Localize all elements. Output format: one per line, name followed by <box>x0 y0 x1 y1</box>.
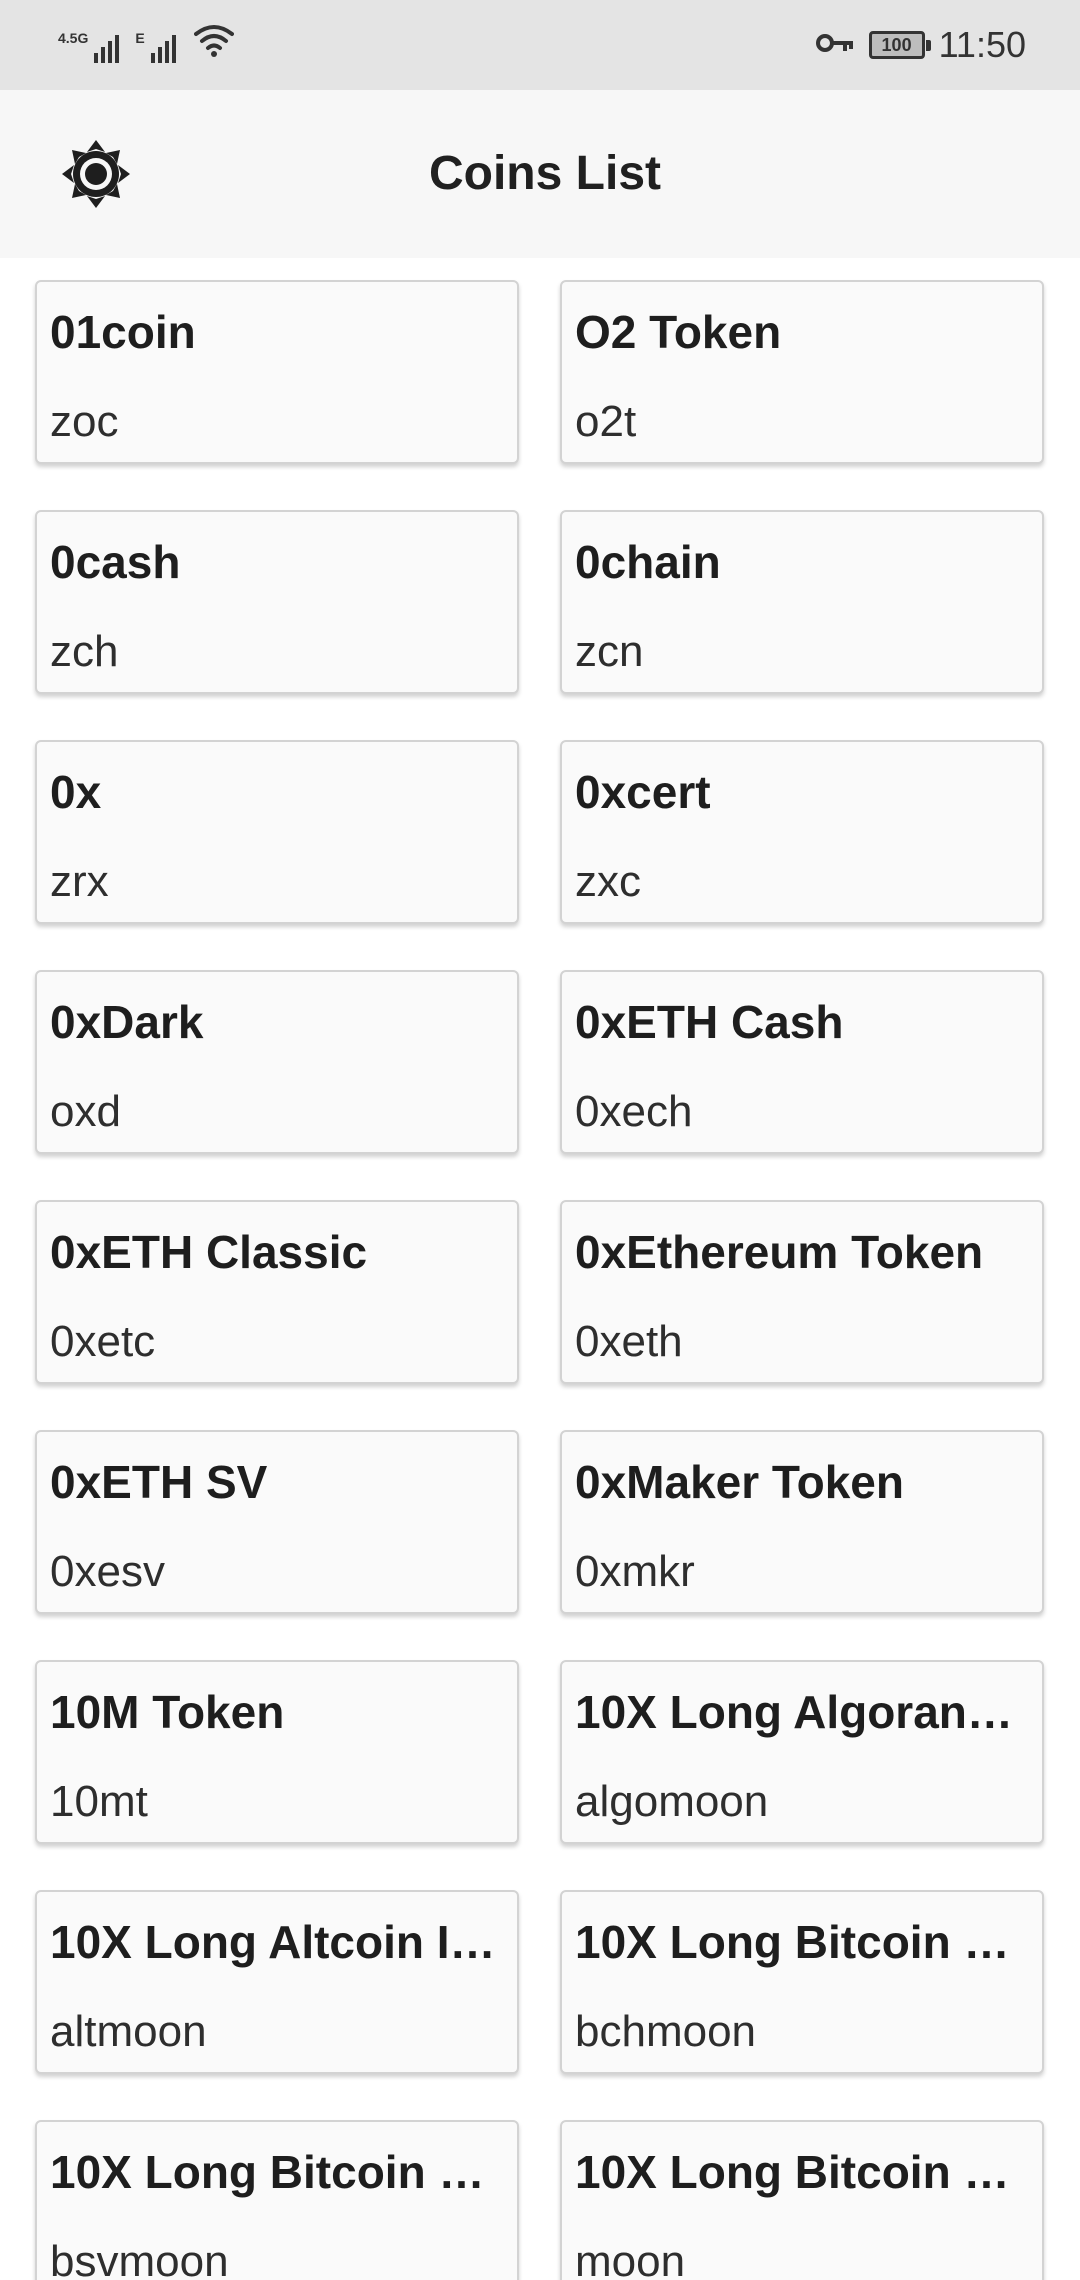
coin-symbol: 0xetc <box>50 1317 156 1366</box>
coin-card[interactable]: 10X Long Altcoin Index Token altmoon <box>35 1890 519 2074</box>
coin-name: 0xETH SV <box>50 1456 268 1508</box>
coin-symbol: altmoon <box>50 2007 207 2056</box>
coin-symbol: zch <box>50 627 119 676</box>
coin-symbol: zcn <box>575 627 644 676</box>
coin-name: 10X Long Bitcoin Cash Token <box>575 1916 1028 1968</box>
status-left-icons: 4.5G E <box>58 22 234 63</box>
coin-card[interactable]: 10M Token 10mt <box>35 1660 519 1844</box>
status-time: 11:50 <box>938 24 1026 65</box>
coin-symbol: 10mt <box>50 1777 148 1826</box>
battery-icon: 100 <box>868 31 931 59</box>
coin-symbol: 0xesv <box>50 1547 165 1596</box>
coin-card[interactable]: 10X Long Algorand Token algomoon <box>560 1660 1044 1844</box>
coin-card[interactable]: O2 Token o2t <box>560 280 1044 464</box>
app-bar: Coins List <box>0 90 1080 258</box>
coin-symbol: 0xeth <box>575 1317 683 1366</box>
coin-name: 0x <box>50 766 102 818</box>
coin-list[interactable]: 01coin zoc O2 Token o2t 0cash zch 0chain… <box>0 258 1080 2280</box>
network-type-label: 4.5G <box>58 30 89 46</box>
coin-symbol: algomoon <box>575 1777 769 1826</box>
coin-name: 10X Long Bitcoin SV Token <box>50 2146 503 2198</box>
coin-card[interactable]: 0chain zcn <box>560 510 1044 694</box>
coin-card[interactable]: 01coin zoc <box>35 280 519 464</box>
coin-card[interactable]: 0xcert zxc <box>560 740 1044 924</box>
signal-4g-icon: 4.5G <box>58 30 120 63</box>
wifi-icon <box>193 22 234 63</box>
coin-name: 0xEthereum Token <box>575 1226 984 1278</box>
coin-card[interactable]: 0xEthereum Token 0xeth <box>560 1200 1044 1384</box>
coin-symbol: o2t <box>575 397 637 446</box>
coin-symbol: oxd <box>50 1087 121 1136</box>
coin-card[interactable]: 10X Long Bitcoin Token moon <box>560 2120 1044 2280</box>
coin-name: 10X Long Bitcoin Token <box>575 2146 1028 2198</box>
coin-name: 0xETH Cash <box>575 996 844 1048</box>
coin-name: O2 Token <box>575 306 782 358</box>
coin-card[interactable]: 10X Long Bitcoin Cash Token bchmoon <box>560 1890 1044 2074</box>
coin-symbol: 0xech <box>575 1087 693 1136</box>
status-right-icons: 100 11:50 <box>815 18 1026 72</box>
coin-card[interactable]: 0xETH SV 0xesv <box>35 1430 519 1614</box>
coin-name: 10M Token <box>50 1686 285 1738</box>
coin-name: 0xMaker Token <box>575 1456 904 1508</box>
vpn-key-icon <box>815 31 855 60</box>
coin-name: 10X Long Algorand Token <box>575 1686 1028 1738</box>
coin-card[interactable]: 0x zrx <box>35 740 519 924</box>
signal-e-icon: E <box>135 30 176 63</box>
coin-symbol: zrx <box>50 857 109 906</box>
coin-card[interactable]: 0cash zch <box>35 510 519 694</box>
page-title: Coins List <box>428 147 661 200</box>
coin-card[interactable]: 0xMaker Token 0xmkr <box>560 1430 1044 1614</box>
coin-card[interactable]: 0xETH Classic 0xetc <box>35 1200 519 1384</box>
coin-symbol: 0xmkr <box>575 1547 695 1596</box>
coin-name: 0xcert <box>575 766 711 818</box>
coin-symbol: moon <box>575 2237 686 2280</box>
coin-name: 10X Long Altcoin Index Token <box>50 1916 503 1968</box>
coin-symbol: bsvmoon <box>50 2237 229 2280</box>
coin-card[interactable]: 0xETH Cash 0xech <box>560 970 1044 1154</box>
coin-name: 0chain <box>575 536 721 588</box>
coin-name: 01coin <box>50 306 196 358</box>
coin-symbol: zoc <box>50 397 119 446</box>
coin-name: 0cash <box>50 536 181 588</box>
status-bar: 4.5G E 100 11:50 <box>0 0 1080 90</box>
coin-name: 0xDark <box>50 996 204 1048</box>
coin-name: 0xETH Classic <box>50 1226 368 1278</box>
coin-symbol: bchmoon <box>575 2007 757 2056</box>
coin-card[interactable]: 10X Long Bitcoin SV Token bsvmoon <box>35 2120 519 2280</box>
network-type-label: E <box>135 30 145 46</box>
coin-card[interactable]: 0xDark oxd <box>35 970 519 1154</box>
coin-symbol: zxc <box>575 857 641 906</box>
battery-level: 100 <box>881 34 912 55</box>
